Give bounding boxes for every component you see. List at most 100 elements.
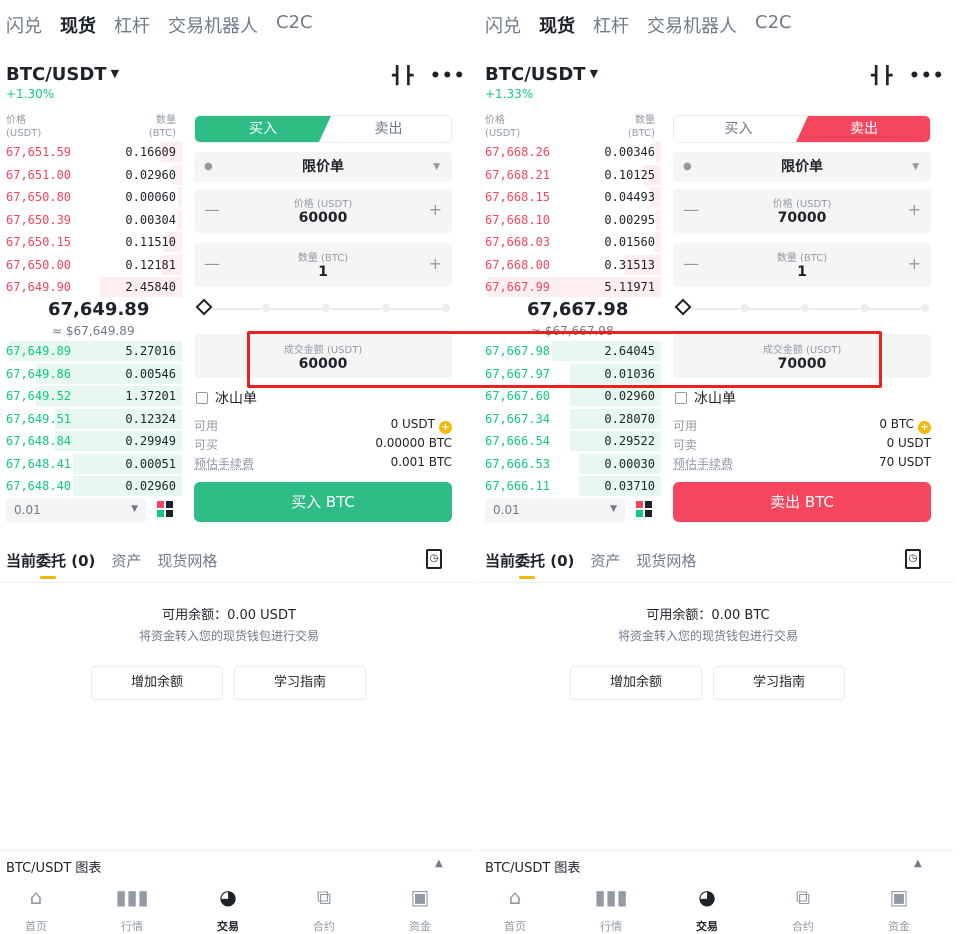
bid-row[interactable]: 67,648.84 0.29949	[0, 430, 182, 452]
pair-selector[interactable]: BTC/USDT ▼	[485, 64, 598, 85]
nav-futures[interactable]: ⧉ 合约	[294, 884, 354, 934]
price-input[interactable]: 60000	[194, 210, 452, 226]
ask-row[interactable]: 67,650.15 0.11510	[0, 231, 182, 253]
bid-row[interactable]: 67,648.41 0.00051	[0, 453, 182, 475]
candlestick-icon[interactable]: ┫┣	[392, 66, 414, 86]
ask-row[interactable]: 67,668.00 0.31513	[479, 254, 661, 276]
ask-row[interactable]: 67,668.03 0.01560	[479, 231, 661, 253]
sell-tab[interactable]: 卖出	[796, 116, 930, 142]
tab-flash-swap[interactable]: 闪兑	[6, 12, 42, 38]
pair-selector[interactable]: BTC/USDT ▼	[6, 64, 119, 85]
caret-up-icon[interactable]: ▲	[435, 858, 443, 869]
slider-step[interactable]	[442, 304, 450, 312]
orderbook-layout-icon[interactable]	[636, 501, 652, 517]
ask-row[interactable]: 67,668.21 0.10125	[479, 164, 661, 186]
buy-tab[interactable]: 买入	[195, 116, 331, 142]
order-type-select[interactable]: ● 限价单 ▼	[673, 152, 931, 182]
slider-step[interactable]	[322, 304, 330, 312]
amount-slider-track[interactable]	[689, 308, 929, 310]
total-field[interactable]: 成交金额 (USDT) 70000	[673, 334, 931, 378]
slider-step[interactable]	[861, 304, 869, 312]
slider-step[interactable]	[921, 304, 929, 312]
total-field[interactable]: 成交金额 (USDT) 60000	[194, 334, 452, 378]
nav-home[interactable]: ⌂ 首页	[6, 884, 66, 934]
amount-input[interactable]: 1	[194, 264, 452, 280]
add-balance-button[interactable]: 增加余额	[91, 666, 223, 700]
tab-trading-bots[interactable]: 交易机器人	[647, 12, 737, 38]
amount-stepper[interactable]: — 数量 (BTC) 1 +	[673, 243, 931, 287]
info-icon[interactable]: ●	[683, 152, 692, 182]
total-input[interactable]: 70000	[673, 356, 931, 372]
ask-row[interactable]: 67,649.90 2.45840	[0, 276, 182, 298]
slider-step[interactable]	[741, 304, 749, 312]
bid-row[interactable]: 67,649.52 1.37201	[0, 385, 182, 407]
ask-row[interactable]: 67,668.15 0.04493	[479, 186, 661, 208]
add-funds-icon[interactable]: +	[439, 421, 452, 434]
order-type-select[interactable]: ● 限价单 ▼	[194, 152, 452, 182]
ask-row[interactable]: 67,650.00 0.12181	[0, 254, 182, 276]
amount-slider-track[interactable]	[210, 308, 450, 310]
plus-icon[interactable]: +	[908, 254, 921, 273]
tab-spot-grid[interactable]: 现货网格	[636, 550, 696, 571]
depth-precision-select[interactable]: 0.01 ▼	[485, 499, 625, 523]
fee-label[interactable]: 预估手续费	[194, 455, 254, 472]
tab-flash-swap[interactable]: 闪兑	[485, 12, 521, 38]
bid-row[interactable]: 67,666.54 0.29522	[479, 430, 661, 452]
total-input[interactable]: 60000	[194, 356, 452, 372]
amount-input[interactable]: 1	[673, 264, 931, 280]
tab-c2c[interactable]: C2C	[755, 12, 792, 38]
price-stepper[interactable]: — 价格 (USDT) 70000 +	[673, 189, 931, 233]
add-balance-button[interactable]: 增加余额	[570, 666, 702, 700]
sell-tab[interactable]: 卖出	[324, 116, 451, 142]
order-history-icon[interactable]: ◷	[905, 549, 921, 569]
tab-trading-bots[interactable]: 交易机器人	[168, 12, 258, 38]
iceberg-checkbox[interactable]: 冰山单	[675, 388, 736, 408]
plus-icon[interactable]: +	[429, 200, 442, 219]
amount-stepper[interactable]: — 数量 (BTC) 1 +	[194, 243, 452, 287]
bid-row[interactable]: 67,667.34 0.28070	[479, 408, 661, 430]
nav-trade[interactable]: ◕ 交易	[198, 884, 258, 934]
slider-step[interactable]	[262, 304, 270, 312]
tab-spot[interactable]: 现货	[60, 12, 96, 38]
fee-label[interactable]: 预估手续费	[673, 455, 733, 472]
nav-markets[interactable]: ▮▮▮ 行情	[581, 884, 641, 934]
bid-row[interactable]: 67,667.97 0.01036	[479, 363, 661, 385]
more-icon[interactable]: •••	[430, 66, 466, 86]
amount-slider-handle[interactable]	[674, 298, 692, 316]
orderbook-layout-icon[interactable]	[157, 501, 173, 517]
tab-open-orders[interactable]: 当前委托 (0)	[485, 550, 574, 579]
bid-row[interactable]: 67,667.60 0.02960	[479, 385, 661, 407]
nav-markets[interactable]: ▮▮▮ 行情	[102, 884, 162, 934]
order-history-icon[interactable]: ◷	[426, 549, 442, 569]
ask-row[interactable]: 67,651.59 0.16609	[0, 141, 182, 163]
nav-home[interactable]: ⌂ 首页	[485, 884, 545, 934]
price-stepper[interactable]: — 价格 (USDT) 60000 +	[194, 189, 452, 233]
chart-toggle-label[interactable]: BTC/USDT 图表	[6, 857, 101, 876]
bid-row[interactable]: 67,648.40 0.02960	[0, 475, 182, 497]
tab-spot-grid[interactable]: 现货网格	[157, 550, 217, 571]
depth-precision-select[interactable]: 0.01 ▼	[6, 499, 146, 523]
nav-futures[interactable]: ⧉ 合约	[773, 884, 833, 934]
tab-margin[interactable]: 杠杆	[593, 12, 629, 38]
add-funds-icon[interactable]: +	[918, 421, 931, 434]
iceberg-checkbox[interactable]: 冰山单	[196, 388, 257, 408]
candlestick-icon[interactable]: ┫┣	[871, 66, 893, 86]
plus-icon[interactable]: +	[429, 254, 442, 273]
ask-row[interactable]: 67,667.99 5.11971	[479, 276, 661, 298]
tab-assets[interactable]: 资产	[590, 550, 620, 571]
submit-order-button[interactable]: 卖出 BTC	[673, 482, 931, 522]
price-input[interactable]: 70000	[673, 210, 931, 226]
bid-row[interactable]: 67,649.89 5.27016	[0, 340, 182, 362]
amount-slider-handle[interactable]	[195, 298, 213, 316]
ask-row[interactable]: 67,650.80 0.00060	[0, 186, 182, 208]
tab-open-orders[interactable]: 当前委托 (0)	[6, 550, 95, 579]
chart-toggle-label[interactable]: BTC/USDT 图表	[485, 857, 580, 876]
tab-c2c[interactable]: C2C	[276, 12, 313, 38]
bid-row[interactable]: 67,649.86 0.00546	[0, 363, 182, 385]
nav-wallet[interactable]: ▣ 资金	[390, 884, 450, 934]
bid-row[interactable]: 67,666.53 0.00030	[479, 453, 661, 475]
nav-wallet[interactable]: ▣ 资金	[869, 884, 929, 934]
tab-spot[interactable]: 现货	[539, 12, 575, 38]
ask-row[interactable]: 67,651.00 0.02960	[0, 164, 182, 186]
more-icon[interactable]: •••	[909, 66, 945, 86]
